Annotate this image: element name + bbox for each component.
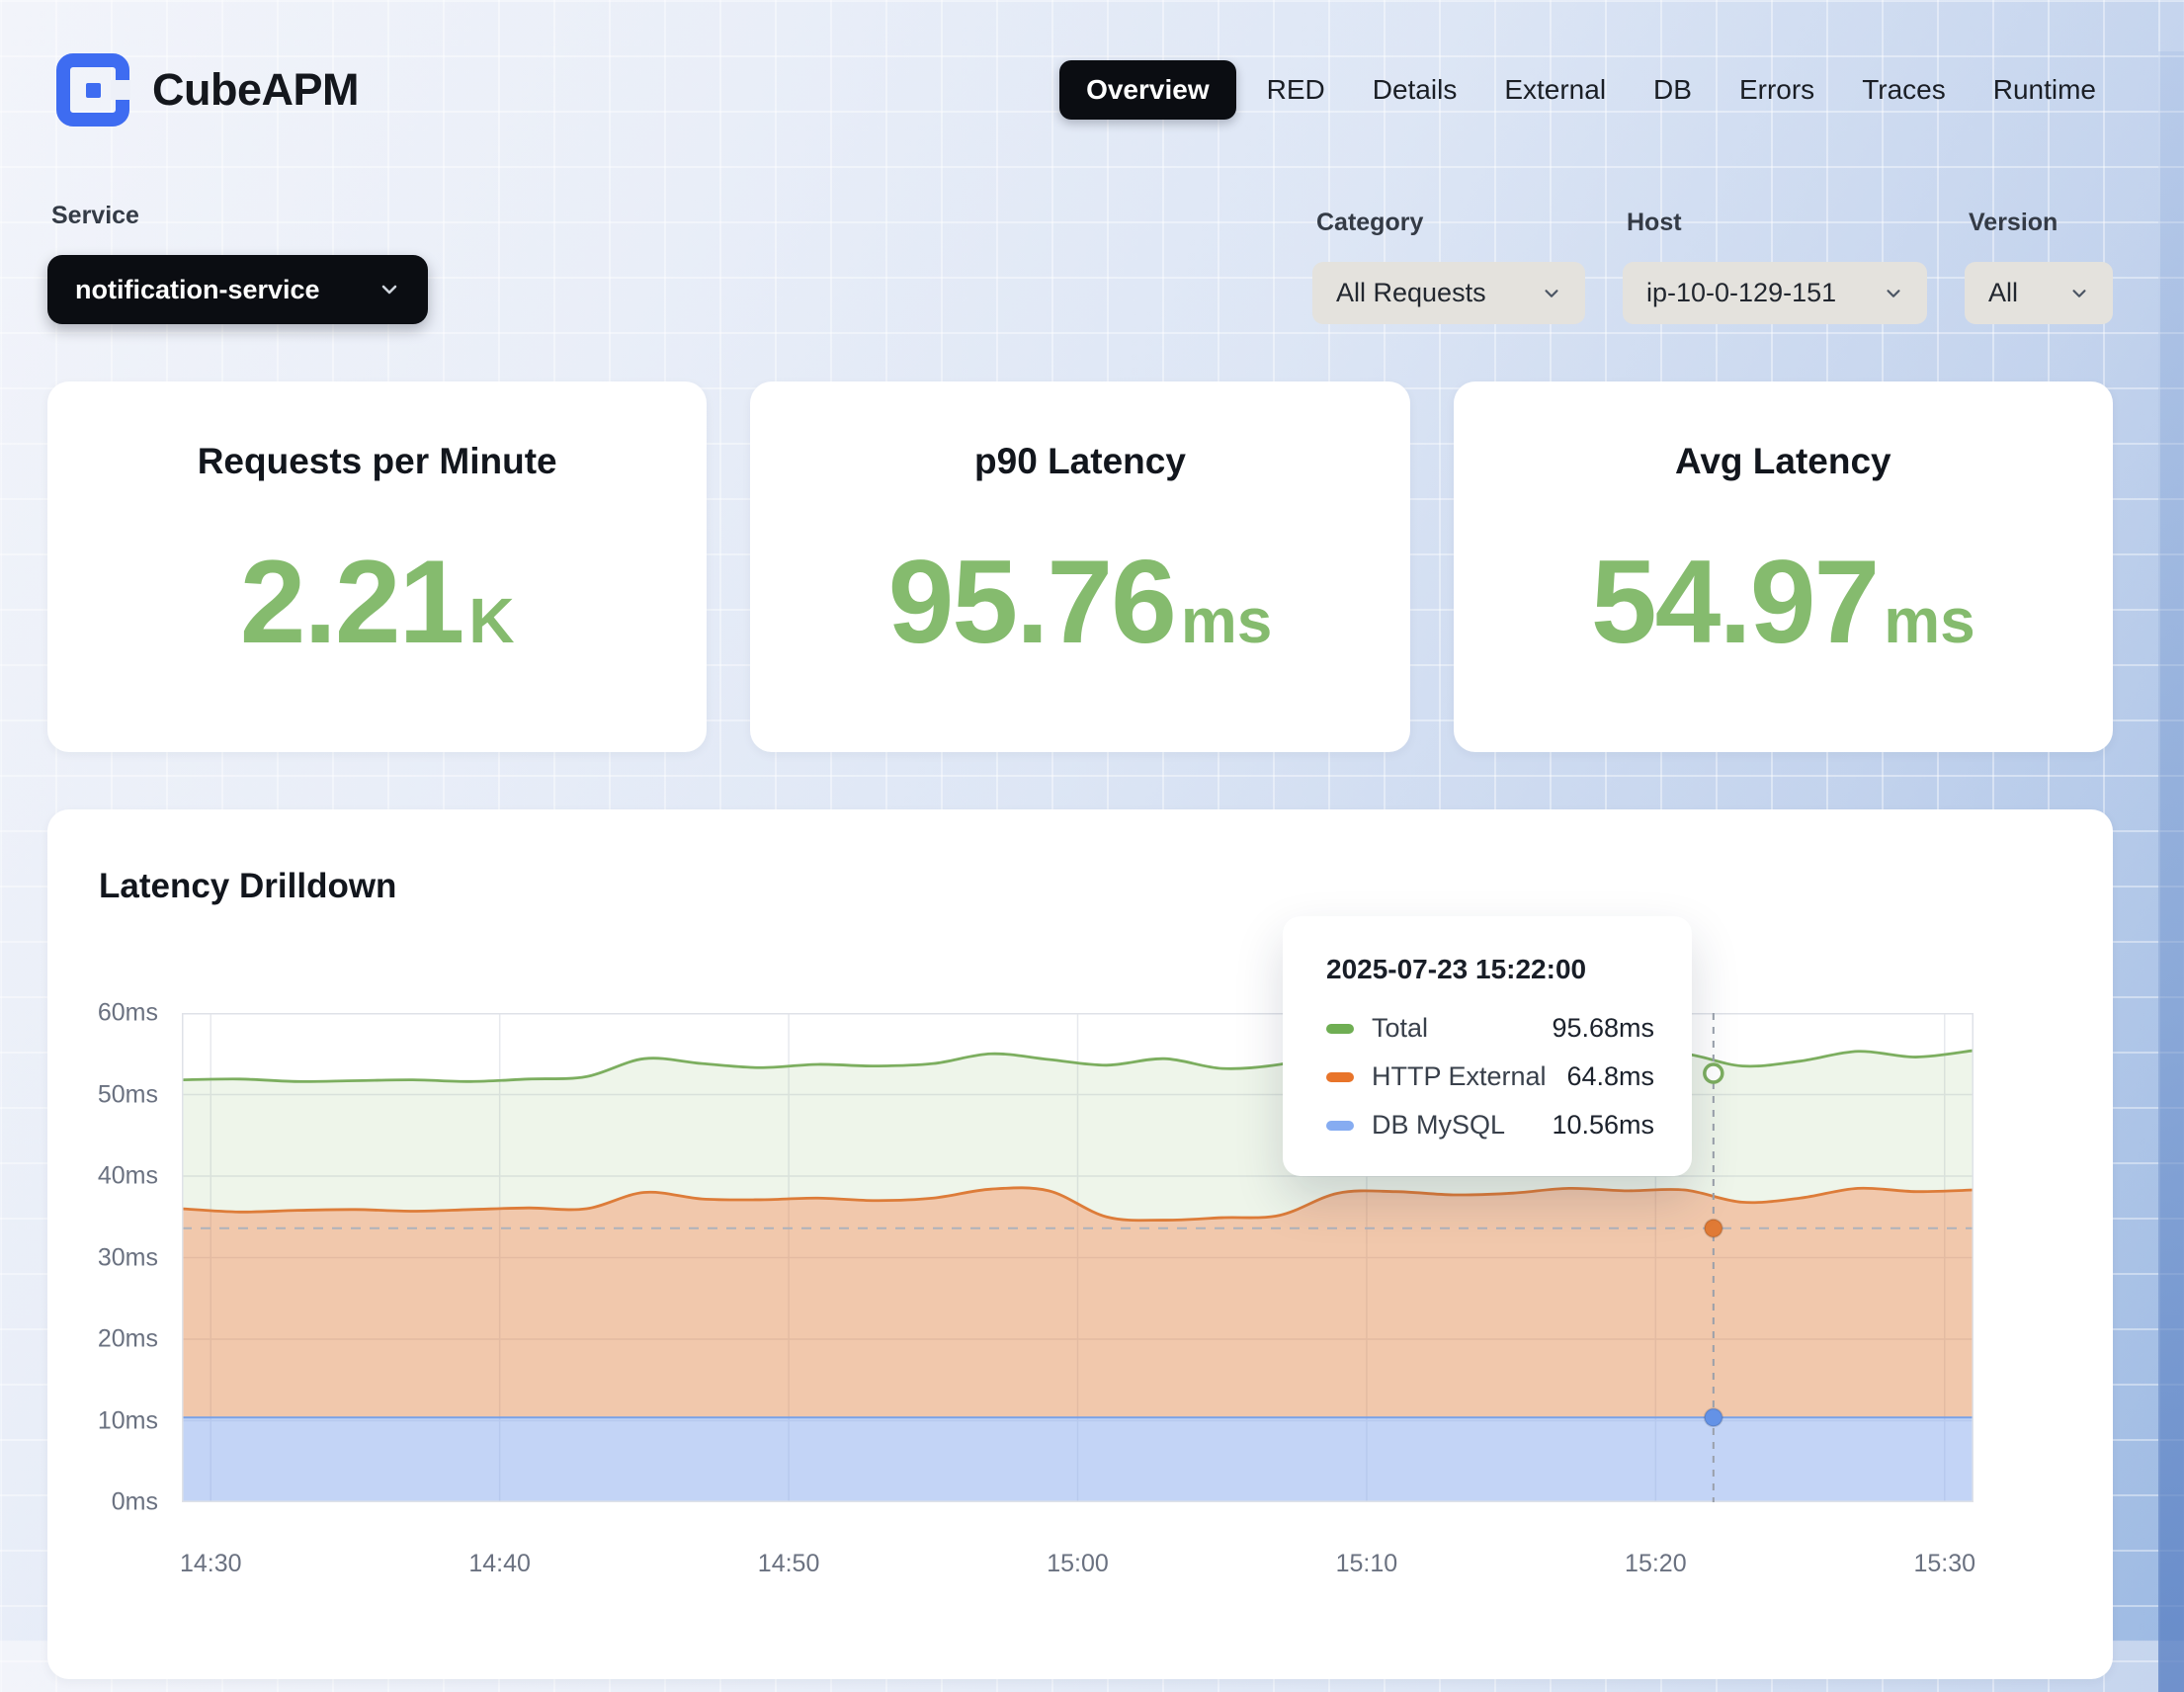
category-dropdown[interactable]: All Requests	[1312, 262, 1585, 324]
nav-tab-red[interactable]: RED	[1250, 61, 1342, 119]
series-swatch-total	[1326, 1024, 1354, 1034]
version-dropdown-value: All	[1988, 278, 2018, 308]
y-tick-label: 20ms	[98, 1325, 158, 1354]
tooltip-row-http-external: HTTP External 64.8ms	[1326, 1061, 1654, 1092]
y-tick-label: 60ms	[98, 999, 158, 1028]
x-tick-label: 14:30	[180, 1550, 242, 1578]
chart-tooltip: 2025-07-23 15:22:00 Total 95.68ms HTTP E…	[1283, 916, 1692, 1176]
metric-cards-row: Requests per Minute 2.21 K p90 Latency 9…	[47, 381, 2113, 752]
series-label: HTTP External	[1372, 1061, 1547, 1092]
service-dropdown-value: notification-service	[75, 275, 320, 305]
filter-group-right: Category All Requests Host ip-10-0-129-1…	[1312, 209, 2113, 324]
cubeapm-logo-icon	[55, 52, 130, 127]
chevron-down-icon	[2069, 284, 2089, 303]
latency-drilldown-card: Latency Drilldown 60ms50ms40ms30ms20ms10…	[47, 809, 2113, 1679]
service-filter: Service notification-service	[47, 202, 428, 324]
nav-tab-external[interactable]: External	[1487, 61, 1623, 119]
latency-area-chart[interactable]	[182, 1013, 1974, 1502]
latency-chart-plot[interactable]: 60ms50ms40ms30ms20ms10ms0ms	[182, 1013, 1974, 1502]
series-value: 10.56ms	[1552, 1110, 1654, 1141]
x-tick-label: 14:50	[758, 1550, 820, 1578]
nav-tab-runtime[interactable]: Runtime	[1976, 61, 2113, 119]
metric-value: 54.97 ms	[1591, 534, 1975, 670]
main-nav: Overview RED Details External DB Errors …	[1059, 60, 2113, 120]
nav-tab-traces[interactable]: Traces	[1845, 61, 1963, 119]
tooltip-row-total: Total 95.68ms	[1326, 1013, 1654, 1044]
version-dropdown[interactable]: All	[1965, 262, 2113, 324]
nav-tab-errors[interactable]: Errors	[1722, 61, 1831, 119]
metric-card-requests-per-minute: Requests per Minute 2.21 K	[47, 381, 707, 752]
brand-name: CubeAPM	[152, 64, 359, 116]
x-tick-label: 15:10	[1336, 1550, 1398, 1578]
filter-bar: Service notification-service Category Al…	[47, 202, 2113, 324]
y-tick-label: 30ms	[98, 1243, 158, 1272]
x-tick-label: 15:30	[1913, 1550, 1975, 1578]
host-dropdown[interactable]: ip-10-0-129-151	[1623, 262, 1927, 324]
version-filter-label: Version	[1969, 209, 2113, 237]
y-axis: 60ms50ms40ms30ms20ms10ms0ms	[47, 1013, 158, 1502]
host-filter-label: Host	[1627, 209, 1927, 237]
dashboard-page: CubeAPM Overview RED Details External DB…	[0, 51, 2184, 1679]
nav-tab-db[interactable]: DB	[1637, 61, 1709, 119]
x-tick-label: 15:00	[1047, 1550, 1109, 1578]
version-filter: Version All	[1965, 209, 2113, 324]
nav-tab-details[interactable]: Details	[1356, 61, 1474, 119]
y-tick-label: 40ms	[98, 1162, 158, 1191]
chevron-down-icon	[378, 279, 400, 300]
series-swatch-http-external	[1326, 1072, 1354, 1082]
chevron-down-icon	[1542, 284, 1561, 303]
category-filter: Category All Requests	[1312, 209, 1585, 324]
nav-tab-overview[interactable]: Overview	[1059, 60, 1236, 120]
metric-card-p90-latency: p90 Latency 95.76 ms	[750, 381, 1409, 752]
service-filter-label: Service	[51, 202, 428, 230]
category-dropdown-value: All Requests	[1336, 278, 1486, 308]
y-tick-label: 10ms	[98, 1406, 158, 1435]
header: CubeAPM Overview RED Details External DB…	[47, 51, 2113, 128]
y-tick-label: 0ms	[112, 1488, 158, 1517]
metric-number: 2.21	[240, 534, 463, 670]
metric-unit: K	[468, 584, 514, 657]
metric-card-avg-latency: Avg Latency 54.97 ms	[1454, 381, 2113, 752]
metric-unit: ms	[1181, 584, 1273, 657]
series-swatch-db-mysql	[1326, 1121, 1354, 1131]
tooltip-timestamp: 2025-07-23 15:22:00	[1326, 954, 1654, 985]
chevron-down-icon	[1884, 284, 1903, 303]
series-label: DB MySQL	[1372, 1110, 1505, 1141]
metric-title: Requests per Minute	[198, 441, 557, 482]
host-filter: Host ip-10-0-129-151	[1623, 209, 1927, 324]
brand: CubeAPM	[55, 52, 359, 127]
x-tick-label: 15:20	[1625, 1550, 1687, 1578]
metric-title: Avg Latency	[1675, 441, 1891, 482]
metric-number: 95.76	[888, 534, 1175, 670]
metric-value: 2.21 K	[240, 534, 515, 670]
host-dropdown-value: ip-10-0-129-151	[1646, 278, 1836, 308]
metric-unit: ms	[1884, 584, 1975, 657]
x-tick-label: 14:40	[468, 1550, 531, 1578]
chart-title: Latency Drilldown	[47, 809, 2113, 906]
series-label: Total	[1372, 1013, 1428, 1044]
metric-title: p90 Latency	[974, 441, 1186, 482]
service-dropdown[interactable]: notification-service	[47, 255, 428, 324]
metric-value: 95.76 ms	[888, 534, 1273, 670]
tooltip-row-db-mysql: DB MySQL 10.56ms	[1326, 1110, 1654, 1141]
y-tick-label: 50ms	[98, 1080, 158, 1109]
tooltip-rows: Total 95.68ms HTTP External 64.8ms DB My…	[1326, 1013, 1654, 1141]
series-value: 95.68ms	[1552, 1013, 1654, 1044]
metric-number: 54.97	[1591, 534, 1878, 670]
series-value: 64.8ms	[1566, 1061, 1654, 1092]
category-filter-label: Category	[1316, 209, 1585, 237]
x-axis: 14:30 14:40 14:50 15:00 15:10 15:20 15:30	[182, 1550, 1974, 1583]
